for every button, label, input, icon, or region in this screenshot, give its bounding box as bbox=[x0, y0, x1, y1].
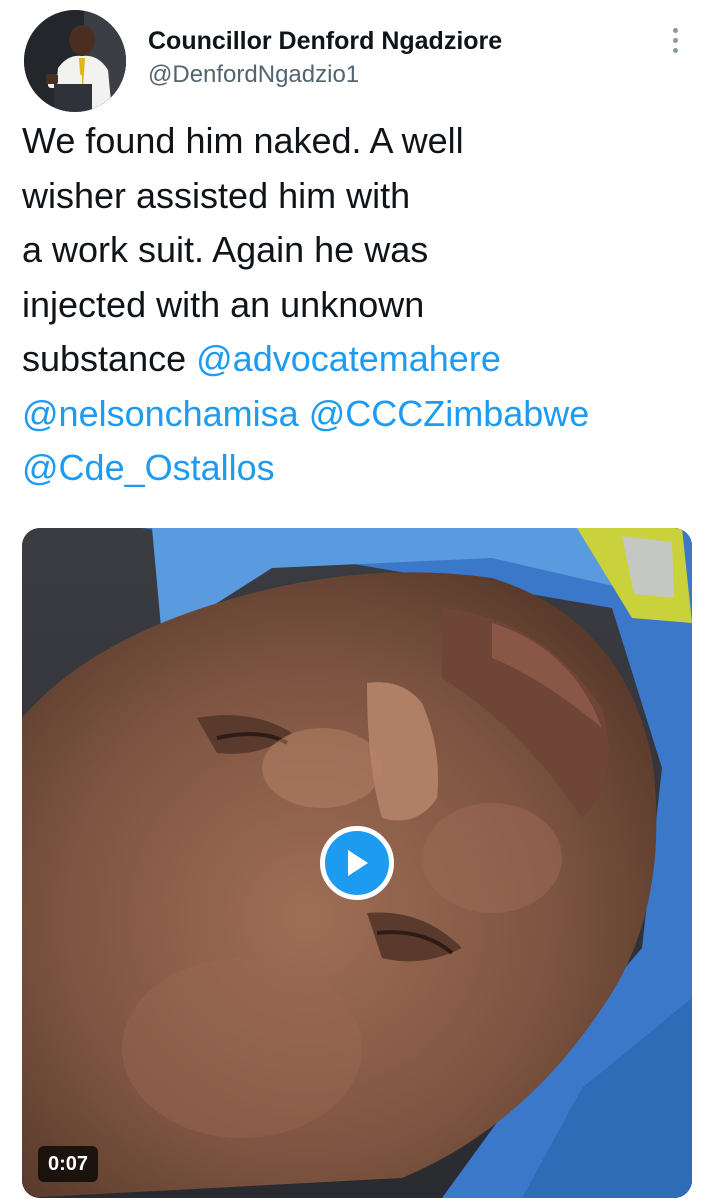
tweet-text: We found him naked. A well wisher assist… bbox=[22, 114, 692, 496]
mention-link[interactable]: @CCCZimbabwe bbox=[309, 393, 590, 434]
more-vertical-icon-dot bbox=[672, 37, 678, 43]
play-icon bbox=[348, 850, 368, 876]
profile-photo-icon bbox=[24, 10, 126, 112]
author-avatar[interactable] bbox=[24, 10, 126, 112]
tweet-text-line: injected with an unknown bbox=[22, 283, 425, 325]
author-display-name[interactable]: Councillor Denford Ngadziore bbox=[148, 26, 502, 56]
video-duration-badge: 0:07 bbox=[38, 1146, 99, 1182]
more-vertical-icon-dot bbox=[672, 47, 678, 53]
tweet-text-line: @Cde_Ostallos bbox=[22, 441, 692, 496]
more-options-button[interactable] bbox=[660, 22, 690, 58]
tweet-text-line: We found him naked. A well bbox=[22, 120, 464, 161]
mention-link[interactable]: @Cde_Ostallos bbox=[22, 447, 275, 488]
more-vertical-icon bbox=[672, 27, 678, 33]
author-block: Councillor Denford Ngadziore @DenfordNga… bbox=[148, 26, 502, 90]
mention-link[interactable]: @advocatemahere bbox=[196, 338, 501, 379]
video-player[interactable]: 0:07 bbox=[22, 528, 692, 1198]
author-handle[interactable]: @DenfordNgadzio1 bbox=[148, 60, 502, 90]
tweet-card: Councillor Denford Ngadziore @DenfordNga… bbox=[0, 0, 714, 1200]
tweet-text-line: wisher assisted him with bbox=[22, 174, 411, 216]
mention-link[interactable]: @nelsonchamisa bbox=[22, 393, 299, 434]
tweet-text-line: @nelsonchamisa @CCCZimbabwe bbox=[22, 387, 692, 442]
tweet-text-line: a work suit. Again he was bbox=[22, 229, 429, 270]
tweet-text-line: substance @advocatemahere bbox=[22, 332, 692, 387]
play-button[interactable] bbox=[320, 826, 394, 900]
tweet-text-fragment: substance bbox=[22, 338, 197, 379]
